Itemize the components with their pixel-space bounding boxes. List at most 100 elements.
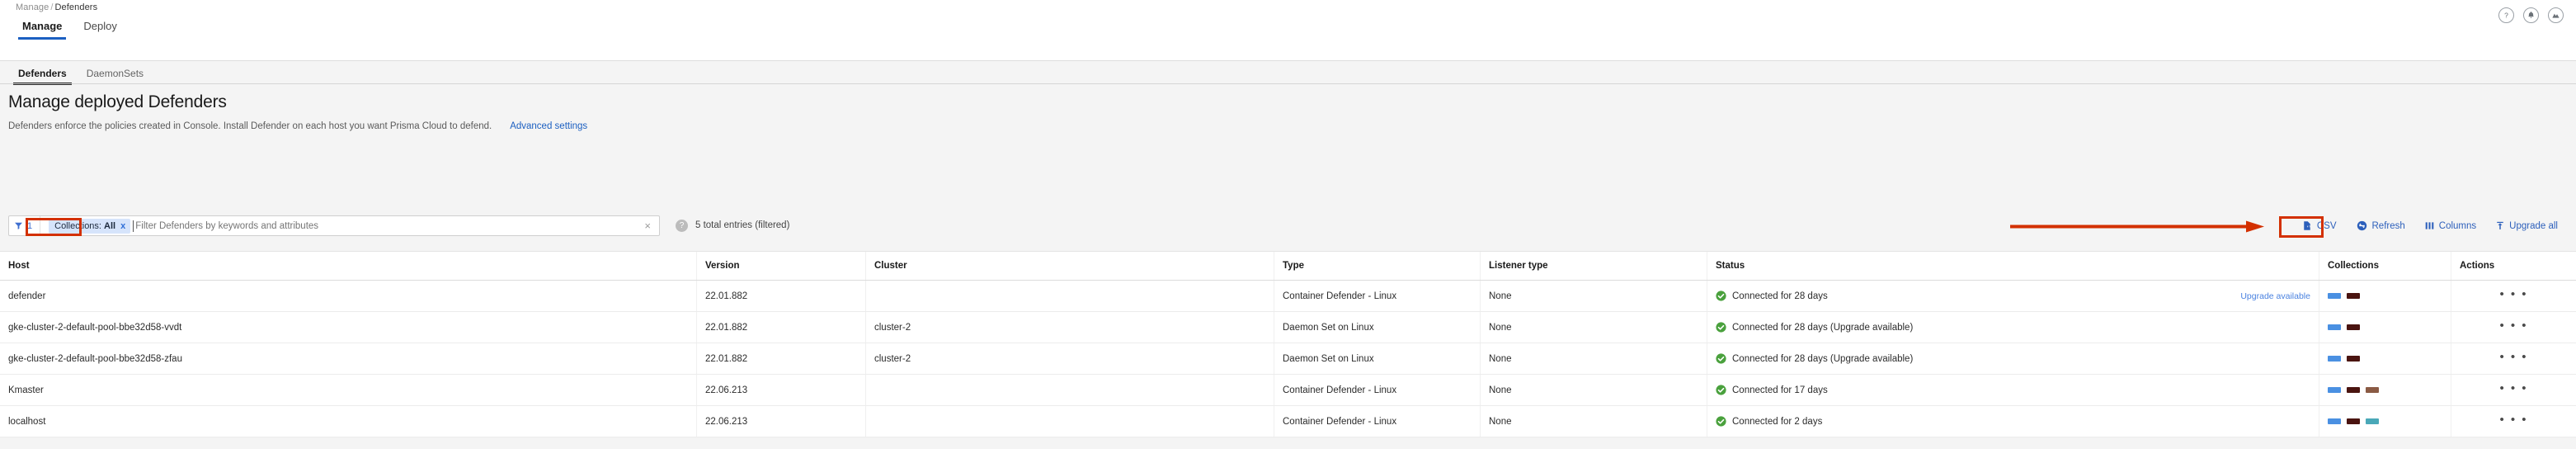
collection-chip-group <box>2328 356 2360 362</box>
collections-filter-chip[interactable]: Collections: All x <box>49 219 130 234</box>
filter-clear-icon[interactable]: × <box>636 220 659 231</box>
collection-chip[interactable] <box>2366 418 2379 424</box>
top-bar: Manage/Defenders Manage Deploy ? <box>0 0 2576 61</box>
sub-tab-divider <box>0 83 2576 84</box>
sub-tab-daemonsets-label: DaemonSets <box>87 68 144 79</box>
advanced-settings-link[interactable]: Advanced settings <box>510 121 587 131</box>
collection-chip[interactable] <box>2328 356 2341 362</box>
column-header-listener-type[interactable]: Listener type <box>1481 252 1707 280</box>
cell-host: localhost <box>0 406 697 437</box>
cell-listener-type: None <box>1481 312 1707 343</box>
cell-host: gke-cluster-2-default-pool-bbe32d58-vvdt <box>0 312 697 343</box>
cell-version: 22.01.882 <box>697 312 866 343</box>
cell-version: 22.01.882 <box>697 281 866 311</box>
sub-tab-defenders[interactable]: Defenders <box>8 66 77 85</box>
filter-bar[interactable]: 1 Collections: All x × <box>8 215 660 236</box>
cell-collections <box>2319 406 2451 437</box>
cell-listener-type: None <box>1481 281 1707 311</box>
upgrade-icon <box>2496 220 2504 231</box>
table-toolbar: CSV Refresh Columns Upgrade all <box>2292 217 2568 234</box>
total-entries-label: 5 total entries (filtered) <box>695 220 789 230</box>
collection-chip[interactable] <box>2328 387 2341 393</box>
cell-version: 22.01.882 <box>697 343 866 374</box>
refresh-label: Refresh <box>2372 221 2405 231</box>
column-header-host[interactable]: Host <box>0 252 697 280</box>
column-header-version[interactable]: Version <box>697 252 866 280</box>
status-connected-icon <box>1716 353 1726 364</box>
upgrade-all-button[interactable]: Upgrade all <box>2486 217 2568 234</box>
funnel-icon <box>14 221 23 230</box>
csv-export-button[interactable]: CSV <box>2292 217 2347 234</box>
collection-chip[interactable] <box>2347 293 2360 299</box>
refresh-button[interactable]: Refresh <box>2347 217 2415 234</box>
collection-chip[interactable] <box>2328 293 2341 299</box>
column-header-type[interactable]: Type <box>1274 252 1481 280</box>
analytics-icon[interactable] <box>2548 7 2564 23</box>
collection-chip-group <box>2328 324 2360 330</box>
row-actions-menu-icon[interactable]: • • • <box>2460 351 2568 366</box>
breadcrumb-current: Defenders <box>55 2 98 12</box>
column-header-status[interactable]: Status <box>1707 252 2319 280</box>
cell-cluster: cluster-2 <box>866 343 1274 374</box>
top-tab-manage[interactable]: Manage <box>12 16 73 40</box>
status-text: Connected for 28 days <box>1732 291 1828 301</box>
upgrade-all-label: Upgrade all <box>2509 221 2558 231</box>
cell-status: Connected for 2 days <box>1707 406 2319 437</box>
filter-input[interactable] <box>135 221 636 231</box>
entries-help-icon[interactable]: ? <box>676 220 688 232</box>
column-header-collections[interactable]: Collections <box>2319 252 2451 280</box>
collection-chip[interactable] <box>2328 324 2341 330</box>
notifications-bell-icon[interactable] <box>2523 7 2539 23</box>
collection-chip[interactable] <box>2347 356 2360 362</box>
status-connected-icon <box>1716 416 1726 427</box>
collection-chip-group <box>2328 387 2379 393</box>
help-icon[interactable]: ? <box>2498 7 2514 23</box>
table-row[interactable]: gke-cluster-2-default-pool-bbe32d58-vvdt… <box>0 312 2576 343</box>
top-tab-deploy[interactable]: Deploy <box>73 16 127 40</box>
filter-count-group[interactable]: 1 <box>9 216 40 235</box>
table-bottom-spacer <box>0 441 2576 449</box>
collection-chip[interactable] <box>2347 387 2360 393</box>
cell-cluster: cluster-2 <box>866 312 1274 343</box>
row-actions-menu-icon[interactable]: • • • <box>2460 288 2568 304</box>
table-row[interactable]: localhost 22.06.213 Container Defender -… <box>0 406 2576 437</box>
breadcrumb-parent[interactable]: Manage <box>16 2 49 12</box>
collections-chip-remove-icon[interactable]: x <box>120 221 125 231</box>
collection-chip[interactable] <box>2347 418 2360 424</box>
sub-tab-bar: Defenders DaemonSets <box>0 61 2576 84</box>
defenders-page: Manage/Defenders Manage Deploy ? <box>0 0 2576 449</box>
status-badge: Connected for 17 days <box>1716 385 1828 395</box>
cell-listener-type: None <box>1481 343 1707 374</box>
sub-tab-daemonsets[interactable]: DaemonSets <box>77 66 153 85</box>
page-description-row: Defenders enforce the policies created i… <box>8 121 587 131</box>
top-tab-deploy-label: Deploy <box>83 20 116 32</box>
status-badge: Connected for 28 days (Upgrade available… <box>1716 353 1913 364</box>
column-header-actions[interactable]: Actions <box>2451 252 2576 280</box>
collection-chip[interactable] <box>2328 418 2341 424</box>
collection-chip[interactable] <box>2347 324 2360 330</box>
row-actions-menu-icon[interactable]: • • • <box>2460 319 2568 335</box>
status-text: Connected for 17 days <box>1732 385 1828 395</box>
row-upgrade-available-link[interactable]: Upgrade available <box>2240 291 2310 301</box>
column-header-cluster[interactable]: Cluster <box>866 252 1274 280</box>
table-row[interactable]: defender 22.01.882 Container Defender - … <box>0 281 2576 312</box>
status-connected-icon <box>1716 291 1726 301</box>
row-actions-menu-icon[interactable]: • • • <box>2460 414 2568 429</box>
page-title: Manage deployed Defenders <box>8 92 227 112</box>
cell-actions: • • • <box>2451 281 2576 311</box>
cell-type: Daemon Set on Linux <box>1274 312 1481 343</box>
csv-export-label: CSV <box>2317 221 2337 231</box>
table-row[interactable]: Kmaster 22.06.213 Container Defender - L… <box>0 375 2576 406</box>
cell-status: Connected for 28 days (Upgrade available… <box>1707 312 2319 343</box>
collection-chip[interactable] <box>2366 387 2379 393</box>
collections-chip-text: Collections: All <box>54 221 115 231</box>
columns-button[interactable]: Columns <box>2415 217 2486 234</box>
collection-chip-group <box>2328 293 2360 299</box>
cell-actions: • • • <box>2451 312 2576 343</box>
cell-cluster <box>866 406 1274 437</box>
row-actions-menu-icon[interactable]: • • • <box>2460 382 2568 398</box>
table-row[interactable]: gke-cluster-2-default-pool-bbe32d58-zfau… <box>0 343 2576 375</box>
columns-label: Columns <box>2439 221 2476 231</box>
svg-text:?: ? <box>2504 11 2508 19</box>
cell-type: Container Defender - Linux <box>1274 375 1481 405</box>
